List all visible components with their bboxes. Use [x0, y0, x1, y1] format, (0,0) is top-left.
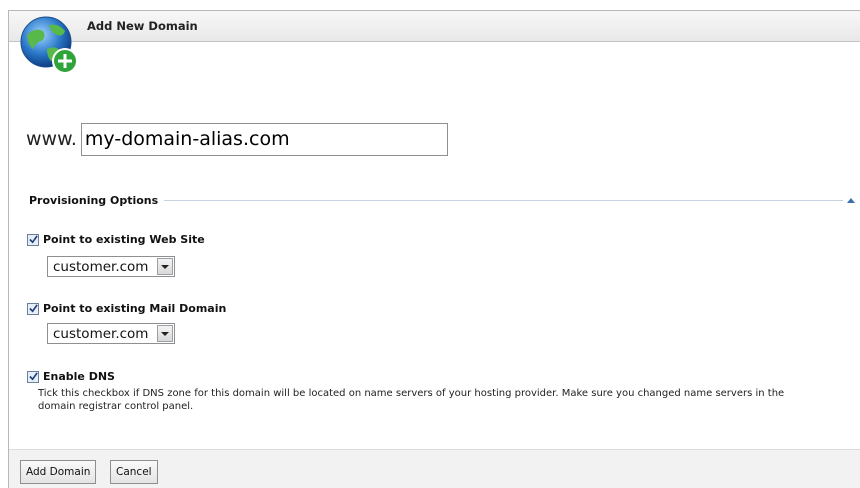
- mail-domain-select-value: customer.com: [53, 325, 149, 342]
- domain-row: www.: [26, 122, 448, 156]
- section-divider: [164, 199, 843, 201]
- dns-help-text: Tick this checkbox if DNS zone for this …: [38, 388, 785, 412]
- mail-domain-checkbox[interactable]: [27, 302, 39, 315]
- chevron-down-icon[interactable]: [157, 258, 173, 275]
- check-icon: [28, 235, 38, 244]
- collapse-up-icon[interactable]: [847, 197, 855, 203]
- web-site-checkbox[interactable]: [27, 233, 39, 246]
- cancel-button[interactable]: Cancel: [110, 460, 158, 484]
- dns-checkbox[interactable]: [27, 370, 39, 383]
- page-title: Add New Domain: [87, 19, 198, 33]
- globe-add-icon: [20, 16, 78, 74]
- web-site-label: Point to existing Web Site: [43, 233, 205, 246]
- web-site-select[interactable]: customer.com: [47, 256, 175, 277]
- dns-label: Enable DNS: [43, 370, 115, 383]
- domain-name-input[interactable]: [80, 122, 448, 156]
- panel-header: Add New Domain: [9, 11, 860, 42]
- check-icon: [28, 372, 38, 381]
- add-domain-button[interactable]: Add Domain: [20, 460, 97, 484]
- web-site-select-value: customer.com: [53, 258, 149, 275]
- button-bar: Add Domain Cancel: [9, 449, 860, 488]
- add-domain-panel: Add New Domain www. Provisioning Options: [8, 10, 860, 488]
- check-icon: [28, 304, 38, 313]
- dns-option: Enable DNS: [27, 370, 115, 383]
- mail-domain-select[interactable]: customer.com: [47, 323, 175, 344]
- provisioning-options-header[interactable]: Provisioning Options: [29, 192, 855, 208]
- provisioning-options-title: Provisioning Options: [29, 193, 159, 207]
- mail-domain-option: Point to existing Mail Domain: [27, 302, 226, 315]
- chevron-down-icon[interactable]: [157, 325, 173, 342]
- web-site-option: Point to existing Web Site: [27, 233, 205, 246]
- www-prefix-label: www.: [26, 128, 77, 150]
- mail-domain-label: Point to existing Mail Domain: [43, 302, 227, 315]
